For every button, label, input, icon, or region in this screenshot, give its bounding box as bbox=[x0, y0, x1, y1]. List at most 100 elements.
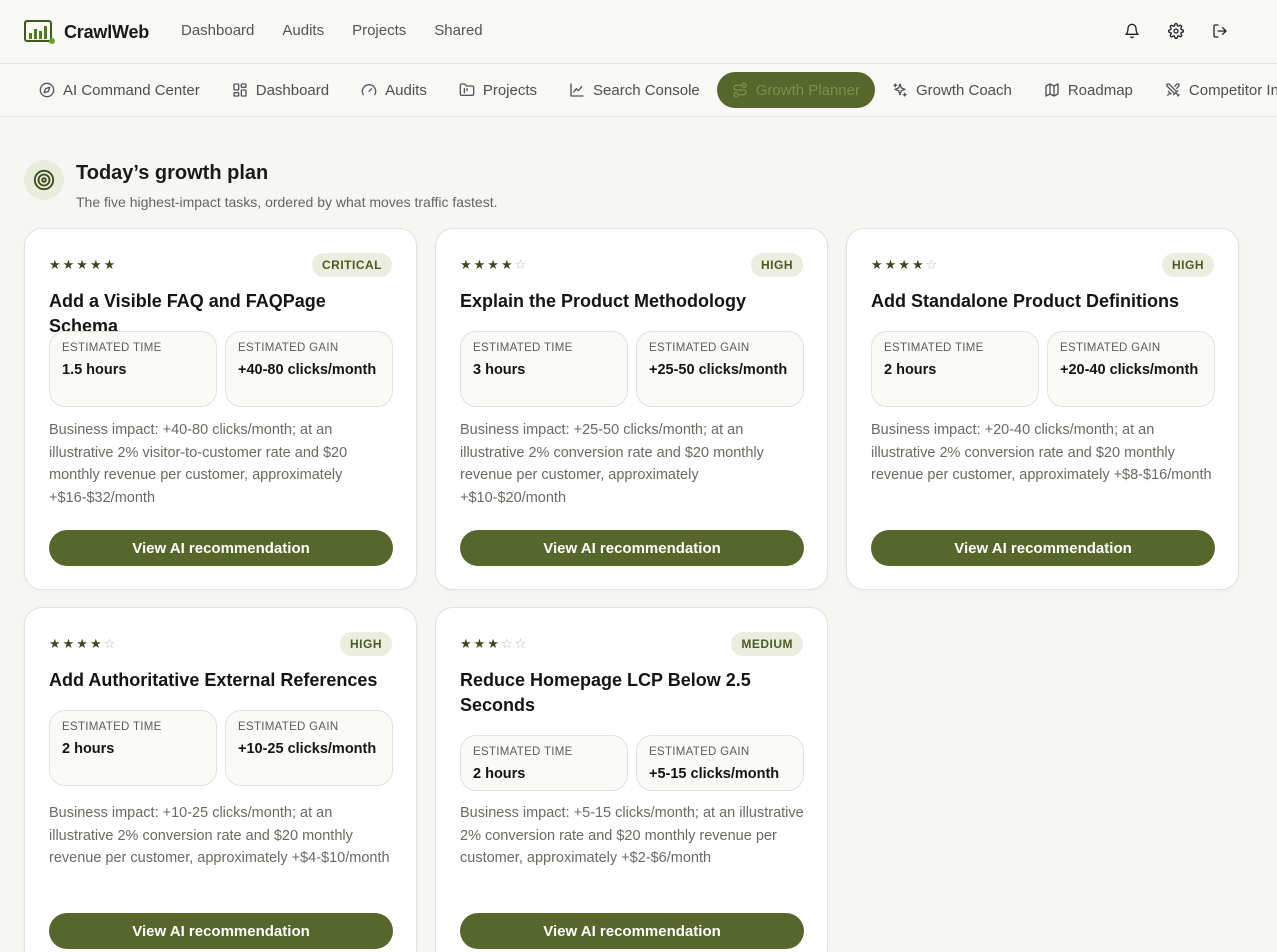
subnav-label: Roadmap bbox=[1067, 81, 1133, 99]
subnav-label: Competitor In bbox=[1188, 81, 1277, 99]
metric-value: 2 hours bbox=[884, 362, 937, 378]
map-icon bbox=[1045, 83, 1059, 97]
app-name: CrawlWeb bbox=[64, 21, 150, 42]
rating-stars: ★★★★★ bbox=[49, 257, 118, 272]
subnav-label: Dashboard bbox=[255, 81, 330, 99]
rating-stars: ★★★★☆ bbox=[871, 257, 940, 272]
metric-label: ESTIMATED TIME bbox=[884, 342, 984, 354]
metric-label: ESTIMATED TIME bbox=[62, 342, 162, 354]
page-subtitle: The five highest-impact tasks, ordered b… bbox=[76, 194, 498, 210]
estimated-gain: ESTIMATED GAIN +5-15 clicks/month bbox=[636, 735, 804, 791]
metric-label: ESTIMATED TIME bbox=[473, 342, 573, 354]
metric-value: 2 hours bbox=[62, 741, 115, 757]
subnav-search-console[interactable]: Search Console bbox=[554, 72, 715, 108]
metric-value: +10-25 clicks/month bbox=[238, 741, 377, 757]
metric-label: ESTIMATED GAIN bbox=[238, 342, 339, 354]
subnav-dashboard[interactable]: Dashboard bbox=[217, 72, 344, 108]
metric-label: ESTIMATED GAIN bbox=[649, 746, 750, 758]
metric-value: 3 hours bbox=[473, 362, 526, 378]
priority-badge: HIGH bbox=[1162, 253, 1214, 277]
view-recommendation-button[interactable]: View AI recommendation bbox=[49, 530, 393, 566]
logo-icon bbox=[24, 20, 55, 44]
view-recommendation-button[interactable]: View AI recommendation bbox=[49, 913, 393, 949]
metric-value: +20-40 clicks/month bbox=[1060, 362, 1199, 378]
topnav-dashboard[interactable]: Dashboard bbox=[181, 22, 254, 39]
subnav-label: Search Console bbox=[593, 81, 700, 99]
subnav-competitor-in[interactable]: Competitor In bbox=[1150, 72, 1277, 108]
task-card: ★★★☆☆ MEDIUM Reduce Homepage LCP Below 2… bbox=[435, 607, 828, 952]
section-nav: AI Command Center Dashboard Audits Proje… bbox=[0, 65, 1277, 117]
view-recommendation-button[interactable]: View AI recommendation bbox=[871, 530, 1215, 566]
topnav-audits[interactable]: Audits bbox=[282, 22, 324, 39]
subnav-label: Audits bbox=[385, 81, 427, 99]
estimated-time: ESTIMATED TIME 2 hours bbox=[871, 331, 1039, 407]
topnav-projects[interactable]: Projects bbox=[352, 22, 406, 39]
folder-icon bbox=[459, 83, 475, 96]
metric-value: +5-15 clicks/month bbox=[649, 766, 780, 782]
chart-line-icon bbox=[570, 83, 584, 97]
estimated-gain: ESTIMATED GAIN +40-80 clicks/month bbox=[225, 331, 393, 407]
business-impact: Business impact: +10-25 clicks/month; at… bbox=[49, 805, 390, 867]
business-impact: Business impact: +40-80 clicks/month; at… bbox=[49, 422, 348, 507]
metric-label: ESTIMATED GAIN bbox=[238, 721, 339, 733]
subnav-ai-command-center[interactable]: AI Command Center bbox=[24, 72, 215, 108]
task-card: ★★★★☆ HIGH Add Authoritative External Re… bbox=[24, 607, 417, 952]
rating-stars: ★★★☆☆ bbox=[460, 636, 529, 651]
target-icon bbox=[24, 160, 64, 200]
top-nav: Dashboard Audits Projects Shared bbox=[181, 22, 483, 39]
task-title: Reduce Homepage LCP Below 2.5 Seconds bbox=[460, 670, 751, 715]
brand[interactable]: CrawlWeb bbox=[24, 18, 149, 46]
logout-icon[interactable] bbox=[1209, 20, 1231, 42]
metric-label: ESTIMATED GAIN bbox=[649, 342, 750, 354]
gauge-icon bbox=[361, 84, 377, 96]
swords-icon bbox=[1166, 83, 1180, 97]
business-impact: Business impact: +5-15 clicks/month; at … bbox=[460, 805, 804, 867]
task-card: ★★★★★ CRITICAL Add a Visible FAQ and FAQ… bbox=[24, 228, 417, 590]
subnav-label: AI Command Center bbox=[63, 81, 200, 99]
estimated-gain: ESTIMATED GAIN +25-50 clicks/month bbox=[636, 331, 804, 407]
view-recommendation-button[interactable]: View AI recommendation bbox=[460, 530, 804, 566]
business-impact: Business impact: +25-50 clicks/month; at… bbox=[460, 422, 764, 507]
task-title: Add Authoritative External References bbox=[49, 670, 378, 690]
top-actions bbox=[1121, 20, 1231, 42]
task-title: Add Standalone Product Definitions bbox=[871, 291, 1180, 311]
task-card: ★★★★☆ HIGH Explain the Product Methodolo… bbox=[435, 228, 828, 590]
page-title: Today’s growth plan bbox=[76, 162, 269, 184]
priority-badge: CRITICAL bbox=[312, 253, 392, 277]
metric-label: ESTIMATED TIME bbox=[473, 746, 573, 758]
rating-stars: ★★★★☆ bbox=[49, 636, 118, 651]
topnav-shared[interactable]: Shared bbox=[434, 22, 482, 39]
bell-icon[interactable] bbox=[1121, 20, 1143, 42]
subnav-audits[interactable]: Audits bbox=[346, 72, 442, 108]
task-card: ★★★★☆ HIGH Add Standalone Product Defini… bbox=[846, 228, 1239, 590]
metric-label: ESTIMATED TIME bbox=[62, 721, 162, 733]
subnav-projects[interactable]: Projects bbox=[444, 72, 552, 108]
estimated-time: ESTIMATED TIME 3 hours bbox=[460, 331, 628, 407]
estimated-gain: ESTIMATED GAIN +20-40 clicks/month bbox=[1047, 331, 1215, 407]
top-bar: CrawlWeb Dashboard Audits Projects Share… bbox=[0, 0, 1277, 64]
estimated-time: ESTIMATED TIME 2 hours bbox=[460, 735, 628, 791]
metric-value: +40-80 clicks/month bbox=[238, 362, 377, 378]
subnav-label: Projects bbox=[482, 81, 538, 99]
estimated-time: ESTIMATED TIME 2 hours bbox=[49, 710, 217, 786]
compass-icon bbox=[39, 82, 55, 98]
grid-icon bbox=[233, 83, 247, 97]
estimated-time: ESTIMATED TIME 1.5 hours bbox=[49, 331, 217, 407]
estimated-gain: ESTIMATED GAIN +10-25 clicks/month bbox=[225, 710, 393, 786]
priority-badge: HIGH bbox=[751, 253, 803, 277]
metric-value: 2 hours bbox=[473, 766, 526, 782]
sparkles-icon bbox=[893, 83, 907, 97]
subnav-label: Growth Planner bbox=[755, 81, 860, 99]
subnav-growth-planner[interactable]: Growth Planner bbox=[716, 72, 875, 108]
subnav-roadmap[interactable]: Roadmap bbox=[1029, 72, 1148, 108]
view-recommendation-button[interactable]: View AI recommendation bbox=[460, 913, 804, 949]
priority-badge: MEDIUM bbox=[731, 632, 803, 656]
route-icon bbox=[733, 82, 747, 98]
rating-stars: ★★★★☆ bbox=[460, 257, 529, 272]
subnav-growth-coach[interactable]: Growth Coach bbox=[877, 72, 1027, 108]
metric-value: +25-50 clicks/month bbox=[649, 362, 788, 378]
business-impact: Business impact: +20-40 clicks/month; at… bbox=[871, 422, 1212, 484]
priority-badge: HIGH bbox=[340, 632, 392, 656]
gear-icon[interactable] bbox=[1165, 20, 1187, 42]
subnav-label: Growth Coach bbox=[915, 81, 1012, 99]
